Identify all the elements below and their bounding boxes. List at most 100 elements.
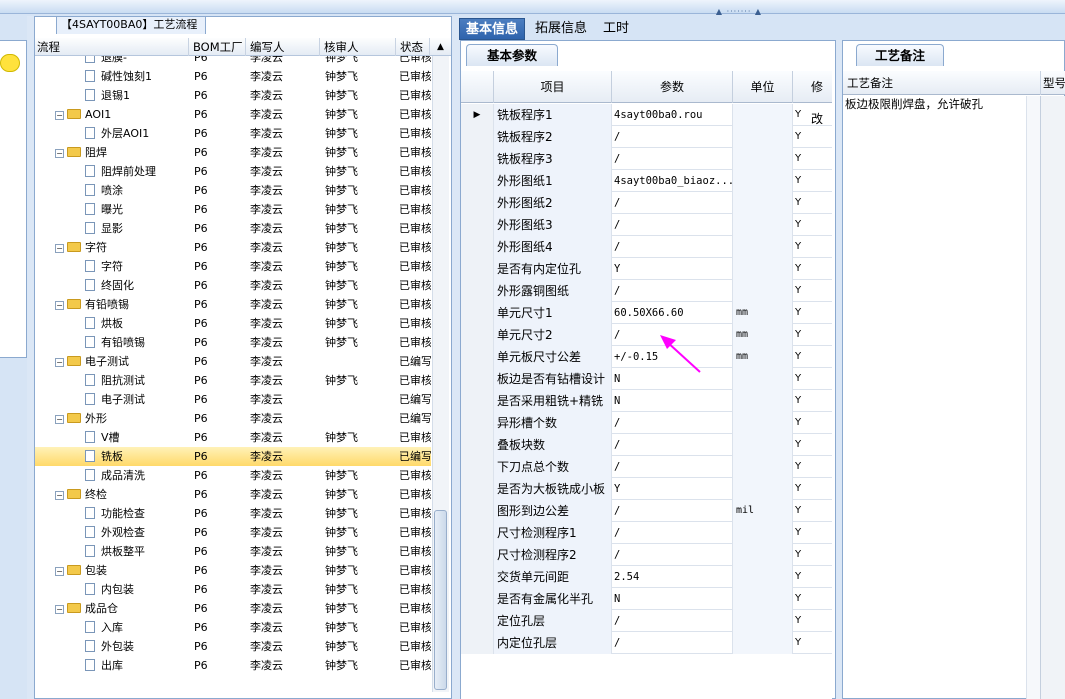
tree-row[interactable]: 电子测试 P6 李凌云 已编写 <box>35 390 431 409</box>
param-modify-cell[interactable]: Y <box>793 258 832 280</box>
tree-node[interactable]: 字符 <box>35 257 189 276</box>
tree-node[interactable]: 内包装 <box>35 580 189 599</box>
tree-row[interactable]: 外包装 P6 李凌云 钟梦飞 已审核 <box>35 637 431 656</box>
grid-row[interactable]: 外形图纸4/ Y <box>461 236 832 258</box>
col-header-reviewer[interactable]: 核审人 <box>322 38 396 56</box>
tree-row[interactable]: − 电子测试 P6 李凌云 已编写 <box>35 352 431 371</box>
param-modify-cell[interactable]: Y <box>793 434 832 456</box>
param-value-cell[interactable]: / <box>612 500 733 522</box>
param-unit-cell[interactable]: mm <box>733 346 793 368</box>
param-value-cell[interactable]: 4sayt00ba0_biaoz... <box>612 170 733 192</box>
tree-row[interactable]: 入库 P6 李凌云 钟梦飞 已审核 <box>35 618 431 637</box>
tree-row[interactable]: 字符 P6 李凌云 钟梦飞 已审核 <box>35 257 431 276</box>
grid-col-modify[interactable]: 修改 <box>793 71 832 126</box>
param-unit-cell[interactable] <box>733 148 793 170</box>
tree-node[interactable]: − 字符 <box>35 238 189 257</box>
param-modify-cell[interactable]: Y <box>793 236 832 258</box>
tab-extended-info[interactable]: 拓展信息 <box>529 18 593 40</box>
grid-row[interactable]: 图形到边公差 / mil Y <box>461 500 832 522</box>
collapse-toggle-icon[interactable]: − <box>55 111 64 120</box>
grid-row[interactable]: 异形槽个数 / Y <box>461 412 832 434</box>
tree-row[interactable]: 阻抗测试 P6 李凌云 钟梦飞 已审核 <box>35 371 431 390</box>
grid-row[interactable]: 铣板程序3/ Y <box>461 148 832 170</box>
row-indicator[interactable] <box>461 500 494 522</box>
param-unit-cell[interactable] <box>733 478 793 500</box>
tree-row[interactable]: 外观检查 P6 李凌云 钟梦飞 已审核 <box>35 523 431 542</box>
collapse-toggle-icon[interactable]: − <box>55 301 64 310</box>
grid-row[interactable]: 尺寸检测程序1/ Y <box>461 522 832 544</box>
param-modify-cell[interactable]: Y <box>793 478 832 500</box>
grid-row[interactable]: 单元尺寸2/mm Y <box>461 324 832 346</box>
param-modify-cell[interactable]: Y <box>793 104 832 126</box>
param-modify-cell[interactable]: Y <box>793 170 832 192</box>
tree-node[interactable]: − 成品仓 <box>35 599 189 618</box>
param-unit-cell[interactable] <box>733 456 793 478</box>
param-value-cell[interactable]: / <box>612 236 733 258</box>
tree-node[interactable]: 外观检查 <box>35 523 189 542</box>
tree-row[interactable]: 曝光 P6 李凌云 钟梦飞 已审核 <box>35 200 431 219</box>
param-unit-cell[interactable] <box>733 522 793 544</box>
collapse-toggle-icon[interactable]: − <box>55 491 64 500</box>
tree-node[interactable]: 电子测试 <box>35 390 189 409</box>
row-indicator[interactable] <box>461 610 494 632</box>
param-unit-cell[interactable] <box>733 126 793 148</box>
row-indicator[interactable] <box>461 434 494 456</box>
row-indicator[interactable] <box>461 258 494 280</box>
row-indicator[interactable] <box>461 126 494 148</box>
tree-row[interactable]: 铣板 P6 李凌云 已编写 <box>35 447 431 466</box>
notes-scrollbar[interactable] <box>1026 96 1040 699</box>
param-unit-cell[interactable] <box>733 390 793 412</box>
tree-row[interactable]: 退锡1 P6 李凌云 钟梦飞 已审核 <box>35 86 431 105</box>
param-value-cell[interactable]: / <box>612 456 733 478</box>
param-value-cell[interactable]: N <box>612 368 733 390</box>
param-modify-cell[interactable]: Y <box>793 324 832 346</box>
param-modify-cell[interactable]: Y <box>793 368 832 390</box>
grid-row[interactable]: 是否有内定位孔 Y Y <box>461 258 832 280</box>
param-value-cell[interactable]: 60.50X66.60 <box>612 302 733 324</box>
param-modify-cell[interactable]: Y <box>793 588 832 610</box>
param-value-cell[interactable]: Y <box>612 258 733 280</box>
tree-node[interactable]: 喷涂 <box>35 181 189 200</box>
param-unit-cell[interactable] <box>733 280 793 302</box>
param-value-cell[interactable]: / <box>612 126 733 148</box>
row-indicator[interactable] <box>461 346 494 368</box>
tree-row[interactable]: − 成品仓 P6 李凌云 钟梦飞 已审核 <box>35 599 431 618</box>
tree-row[interactable]: 烘板 P6 李凌云 钟梦飞 已审核 <box>35 314 431 333</box>
row-indicator[interactable] <box>461 368 494 390</box>
param-modify-cell[interactable]: Y <box>793 610 832 632</box>
notes-col-model[interactable]: 型号 <box>1041 71 1065 95</box>
collapse-toggle-icon[interactable]: − <box>55 567 64 576</box>
param-value-cell[interactable]: / <box>612 148 733 170</box>
tree-row[interactable]: 退膜- P6 李凌云 钟梦飞 已审核 <box>35 56 431 67</box>
tree-node[interactable]: − 电子测试 <box>35 352 189 371</box>
param-modify-cell[interactable]: Y <box>793 412 832 434</box>
row-indicator[interactable] <box>461 236 494 258</box>
row-indicator[interactable] <box>461 148 494 170</box>
tree-node[interactable]: 外层AOI1 <box>35 124 189 143</box>
param-modify-cell[interactable]: Y <box>793 456 832 478</box>
tree-scroll-thumb[interactable] <box>434 510 447 690</box>
grid-row[interactable]: 尺寸检测程序2/ Y <box>461 544 832 566</box>
tab-work-hours[interactable]: 工时 <box>597 18 635 40</box>
collapse-toggle-icon[interactable]: − <box>55 244 64 253</box>
param-value-cell[interactable]: / <box>612 214 733 236</box>
grid-col-item[interactable]: 项目 <box>494 71 612 103</box>
grid-col-value[interactable]: 参数 <box>612 71 733 103</box>
row-indicator[interactable] <box>461 456 494 478</box>
row-indicator[interactable] <box>461 192 494 214</box>
param-value-cell[interactable]: / <box>612 522 733 544</box>
param-value-cell[interactable]: 2.54 <box>612 566 733 588</box>
col-header-bom[interactable]: BOM工厂 <box>191 38 246 56</box>
tree-node[interactable]: 阻焊前处理 <box>35 162 189 181</box>
collapse-toggle-icon[interactable]: − <box>55 149 64 158</box>
collapse-toggle-icon[interactable]: − <box>55 415 64 424</box>
tree-node[interactable]: 退锡1 <box>35 86 189 105</box>
grid-row[interactable]: 下刀点总个数 / Y <box>461 456 832 478</box>
param-unit-cell[interactable]: mm <box>733 302 793 324</box>
tree-node[interactable]: − 阻焊 <box>35 143 189 162</box>
tree-row[interactable]: 有铅喷锡 P6 李凌云 钟梦飞 已审核 <box>35 333 431 352</box>
tree-row[interactable]: 成品清洗 P6 李凌云 钟梦飞 已审核 <box>35 466 431 485</box>
tree-row[interactable]: 出库 P6 李凌云 钟梦飞 已审核 <box>35 656 431 675</box>
subtab-process-notes[interactable]: 工艺备注 <box>856 44 944 66</box>
param-modify-cell[interactable]: Y <box>793 390 832 412</box>
